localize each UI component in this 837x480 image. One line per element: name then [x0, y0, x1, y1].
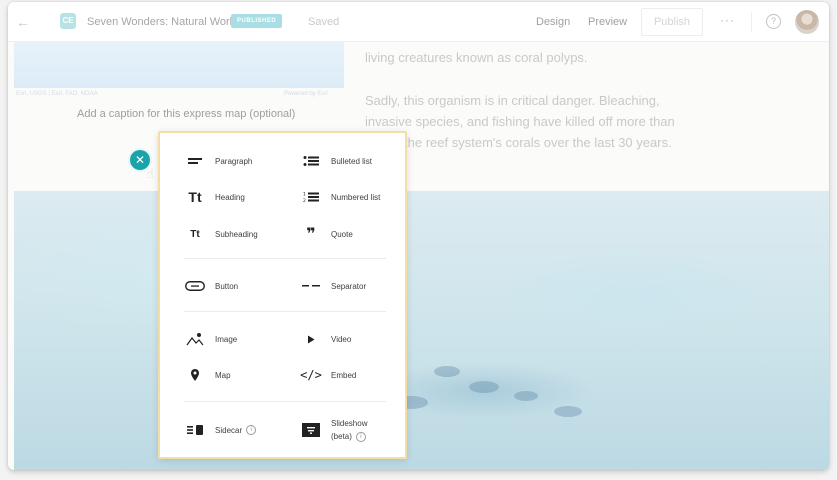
menu-item-label: Image [215, 334, 238, 344]
menu-item-label: Button [215, 281, 239, 291]
menu-divider [184, 258, 386, 259]
info-icon[interactable]: i [246, 425, 257, 436]
fish-shape [434, 366, 460, 377]
subheading-icon: Tt [190, 228, 200, 240]
more-options-icon[interactable]: ··· [720, 13, 735, 27]
published-badge: PUBLISHED [231, 14, 283, 28]
design-button[interactable]: Design [536, 16, 570, 28]
menu-item-image[interactable]: Image [184, 328, 237, 350]
saved-status: Saved [308, 16, 340, 28]
menu-item-label: Heading [215, 192, 245, 202]
menu-item-label: Paragraph [215, 156, 253, 166]
menu-item-label: Quote [331, 229, 353, 239]
button-icon [184, 277, 206, 295]
menu-item-label: Sidecar i [215, 425, 257, 436]
menu-item-subheading[interactable]: Tt Subheading [184, 223, 258, 245]
hand-cursor-icon: ☝ [146, 166, 154, 181]
menu-item-label: Map [215, 370, 231, 380]
menu-item-separator[interactable]: Separator [300, 275, 366, 297]
menu-item-paragraph[interactable]: Paragraph [184, 150, 252, 172]
menu-item-button[interactable]: Button [184, 275, 238, 297]
preview-button[interactable]: Preview [588, 16, 627, 28]
fish-shape [554, 406, 582, 417]
map-powered-by: Powered by Esri [284, 91, 328, 97]
quote-icon: ❞ [306, 226, 316, 243]
fish-shape [514, 391, 538, 401]
sidecar-icon [184, 421, 206, 439]
menu-item-label: Slideshow (beta) i [331, 419, 368, 442]
menu-item-label: Separator [331, 281, 367, 291]
bulleted-list-icon [300, 152, 322, 170]
publish-button[interactable]: Publish [641, 8, 703, 36]
menu-item-label: Video [331, 334, 352, 344]
menu-divider [184, 401, 386, 402]
embed-icon: </> [300, 368, 322, 382]
back-arrow-icon[interactable]: ← [16, 14, 30, 30]
menu-divider [184, 311, 386, 312]
menu-item-label: Bulleted list [331, 156, 372, 166]
menu-item-embed[interactable]: </> Embed [300, 364, 356, 386]
separator-icon [300, 277, 322, 295]
story-title[interactable]: Seven Wonders: Natural World [87, 16, 238, 28]
map-pin-icon [184, 366, 206, 384]
avatar[interactable] [795, 10, 819, 34]
menu-item-video[interactable]: Video [300, 328, 351, 350]
app-window: ← CE Seven Wonders: Natural World PUBLIS… [8, 2, 829, 470]
svg-text:2: 2 [303, 198, 306, 203]
story-logo-icon: CE [60, 13, 76, 29]
image-icon [184, 330, 206, 348]
story-paragraph[interactable]: living creatures known as coral polyps. [365, 50, 588, 65]
menu-item-label: Embed [331, 370, 357, 380]
menu-item-quote[interactable]: ❞ Quote [300, 223, 353, 245]
header-divider [751, 12, 752, 32]
help-icon[interactable]: ? [766, 14, 781, 29]
svg-text:1: 1 [303, 192, 306, 198]
paragraph-icon [184, 152, 206, 170]
story-paragraph[interactable]: Sadly, this organism is in critical dang… [365, 90, 695, 153]
menu-item-sidecar[interactable]: Sidecar i [184, 419, 257, 441]
map-attribution: Esri, USGS | Esri, FAO, NOAA [16, 91, 98, 97]
numbered-list-icon: 12 [300, 188, 322, 206]
top-header: ← CE Seven Wonders: Natural World PUBLIS… [8, 2, 829, 42]
menu-item-slideshow[interactable]: Slideshow (beta) i [300, 414, 367, 446]
menu-item-map[interactable]: Map [184, 364, 231, 386]
menu-item-heading[interactable]: Tt Heading [184, 186, 245, 208]
heading-icon: Tt [188, 189, 202, 205]
video-icon [300, 330, 322, 348]
block-insert-menu: Paragraph Bulleted list Tt Heading 12 Nu… [158, 131, 407, 459]
info-icon[interactable]: i [355, 431, 366, 442]
reef-image [14, 191, 829, 470]
menu-item-label: Numbered list [331, 192, 381, 202]
menu-item-bulleted-list[interactable]: Bulleted list [300, 150, 372, 172]
slideshow-icon [300, 421, 322, 439]
menu-item-numbered-list[interactable]: 12 Numbered list [300, 186, 380, 208]
express-map [14, 42, 344, 88]
map-caption-placeholder[interactable]: Add a caption for this express map (opti… [77, 108, 295, 120]
fish-shape [469, 381, 499, 393]
menu-item-label: Subheading [215, 229, 258, 239]
